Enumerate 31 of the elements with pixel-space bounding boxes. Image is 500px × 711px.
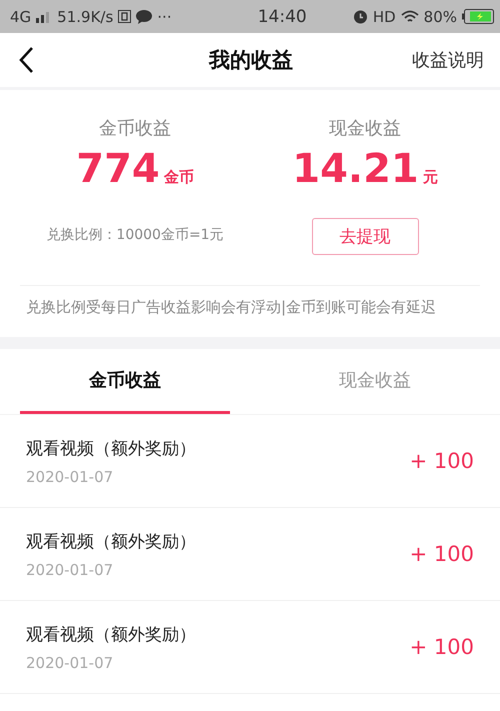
chat-bubble-icon: [136, 10, 152, 24]
earnings-amount: 14.21: [292, 146, 419, 192]
back-icon[interactable]: [18, 46, 34, 74]
amount-unit: 元: [422, 168, 438, 187]
record-amount: + 100: [410, 449, 474, 473]
clock-time: 14:40: [256, 6, 307, 26]
earnings-label: 金币收益: [99, 117, 171, 140]
wifi-icon: [400, 10, 419, 24]
record-date: 2020-01-07: [26, 560, 114, 578]
earnings-label: 现金收益: [329, 117, 401, 140]
square-icon: [118, 10, 132, 23]
record-title: 观看视频（额外奖励）: [26, 530, 196, 552]
earnings-amount: 774: [76, 146, 160, 192]
exchange-rate: 兑换比例：10000金币=1元: [46, 226, 224, 244]
record-title: 观看视频（额外奖励）: [26, 438, 196, 460]
record-date: 2020-01-07: [26, 654, 114, 672]
more-notifications: ···: [157, 8, 172, 26]
record-amount: + 100: [410, 542, 474, 566]
alarm-icon: [352, 9, 368, 24]
battery-icon: [462, 9, 494, 24]
amount-unit: 金币: [164, 168, 194, 187]
withdraw-button[interactable]: 去提现: [312, 218, 418, 255]
network-type: 4G: [10, 8, 32, 26]
network-speed: 51.9K/s: [57, 8, 114, 26]
record-title: 观看视频（额外奖励）: [26, 624, 196, 646]
battery-percent: 80%: [424, 8, 457, 26]
record-amount: + 100: [410, 635, 474, 659]
page-title: 我的收益: [209, 47, 293, 74]
record-date: 2020-01-07: [26, 468, 114, 486]
earnings-info-link[interactable]: 收益说明: [412, 48, 484, 72]
hd-label: HD: [372, 8, 396, 26]
